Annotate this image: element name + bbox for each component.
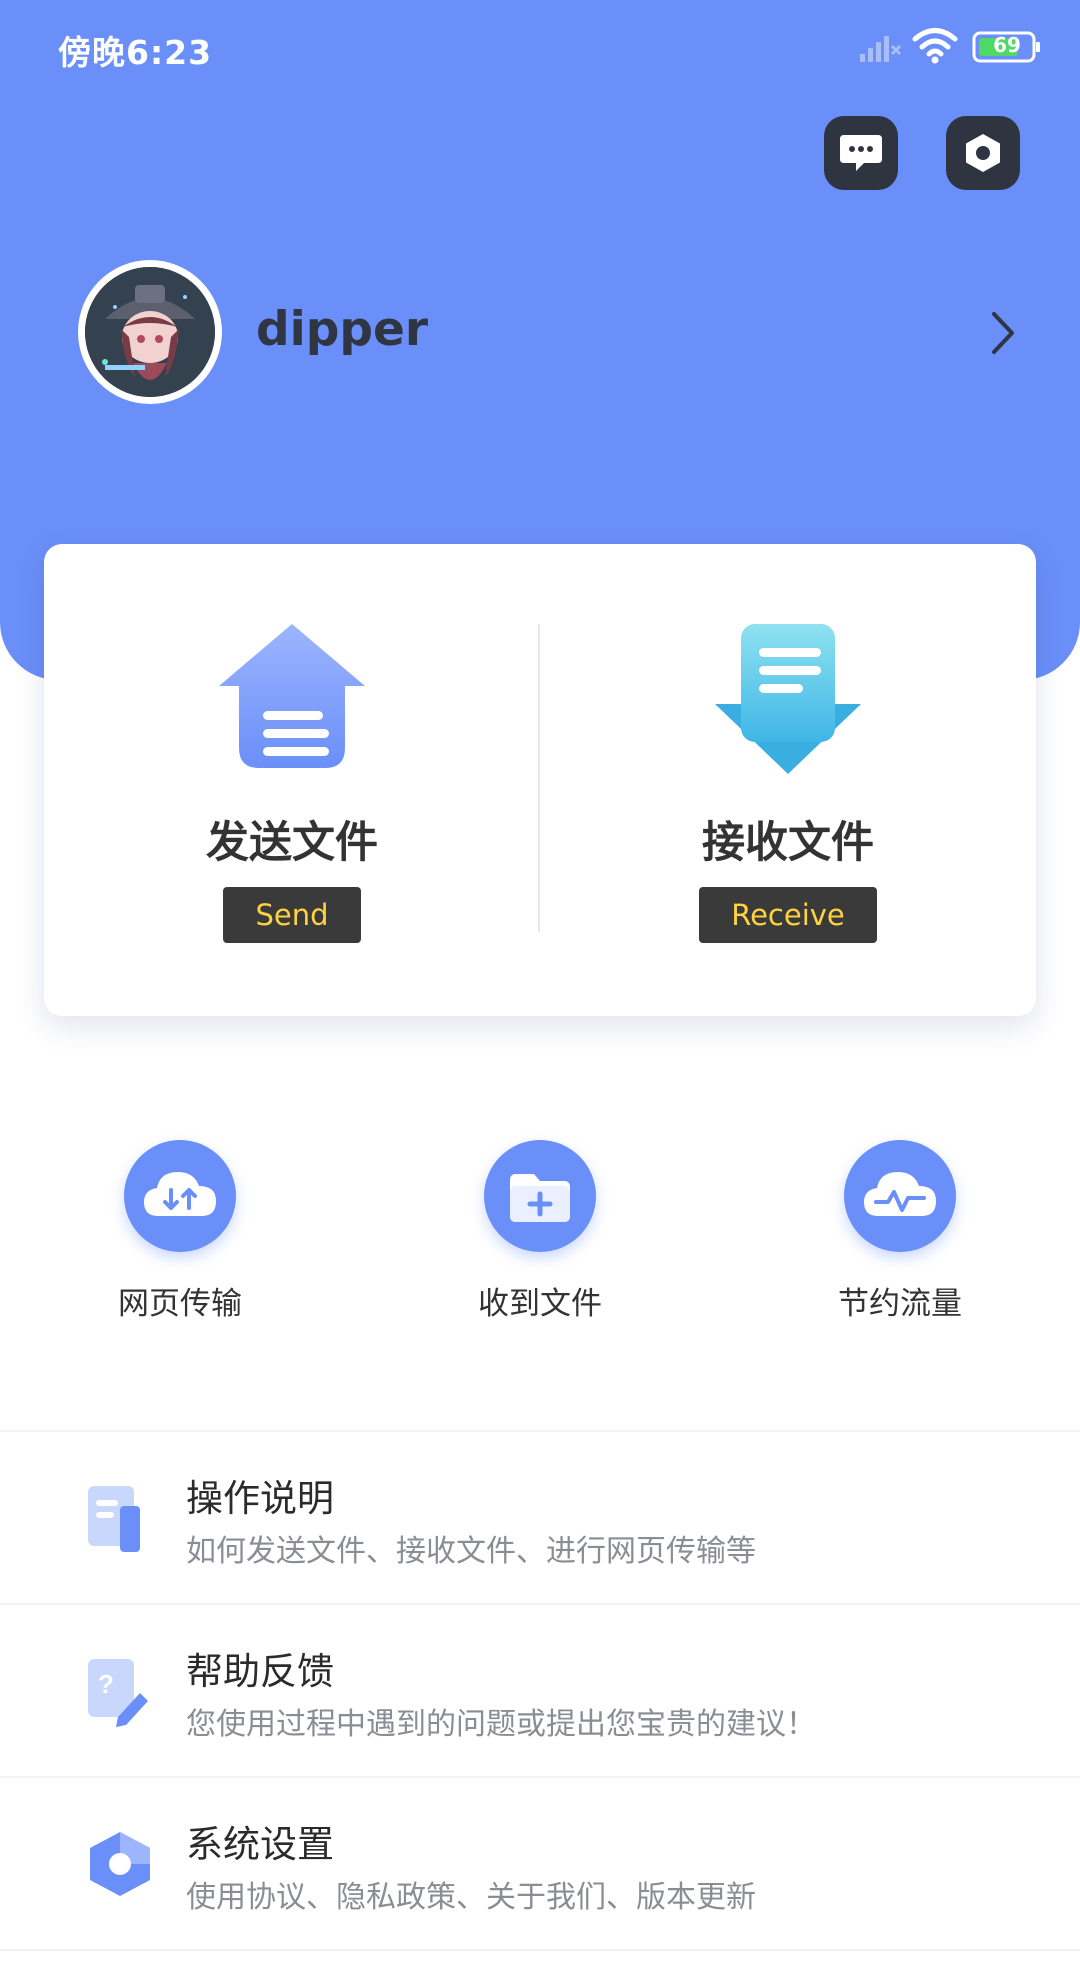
chevron-right-icon[interactable] <box>990 310 1016 356</box>
svg-text:?: ? <box>98 1669 114 1699</box>
send-file-title: 发送文件 <box>206 818 378 868</box>
hexagon-settings-icon <box>966 134 1000 172</box>
hexagon-settings-icon <box>90 1832 150 1896</box>
battery-level: 69 <box>993 33 1021 57</box>
menu-item-title: 系统设置 <box>186 1823 334 1866</box>
quick-save-data-label: 节约流量 <box>838 1286 962 1322</box>
quick-save-data[interactable]: 节约流量 <box>780 1140 1020 1322</box>
quick-web-transfer[interactable]: 网页传输 <box>60 1140 300 1322</box>
menu-item-title: 帮助反馈 <box>186 1650 334 1693</box>
menu-item-title: 操作说明 <box>186 1477 334 1520</box>
quick-received-files[interactable]: 收到文件 <box>420 1140 660 1322</box>
menu-item-subtitle: 您使用过程中遇到的问题或提出您宝贵的建议！ <box>186 1707 816 1742</box>
menu-item-feedback[interactable]: ? 帮助反馈 您使用过程中遇到的问题或提出您宝贵的建议！ <box>0 1605 1080 1777</box>
cloud-transfer-icon <box>144 1172 216 1216</box>
divider <box>0 1949 1080 1951</box>
transfer-card: 发送文件 Send 接收文件 Receive <box>44 544 1036 1016</box>
message-button[interactable] <box>824 116 898 190</box>
status-time: 傍晚6:23 <box>58 33 213 72</box>
menu-item-subtitle: 使用协议、隐私政策、关于我们、版本更新 <box>186 1880 756 1915</box>
quick-received-files-label: 收到文件 <box>478 1286 602 1322</box>
menu-item-subtitle: 如何发送文件、接收文件、进行网页传输等 <box>186 1534 756 1569</box>
settings-button[interactable] <box>946 116 1020 190</box>
send-file-action[interactable]: 发送文件 Send <box>44 544 540 1016</box>
receive-file-icon <box>715 624 861 774</box>
menu-item-instructions[interactable]: 操作说明 如何发送文件、接收文件、进行网页传输等 <box>0 1432 1080 1604</box>
cloud-pulse-icon <box>864 1172 936 1216</box>
document-icon <box>88 1486 140 1552</box>
chat-bubble-icon <box>840 135 882 171</box>
signal-icon <box>860 36 902 62</box>
folder-add-icon <box>510 1174 570 1222</box>
wifi-icon <box>912 28 958 64</box>
receive-file-title: 接收文件 <box>702 818 874 868</box>
avatar[interactable] <box>78 260 222 404</box>
menu-item-settings[interactable]: 系统设置 使用协议、隐私政策、关于我们、版本更新 <box>0 1778 1080 1950</box>
receive-file-action[interactable]: 接收文件 Receive <box>540 544 1036 1016</box>
status-bar: 傍晚6:23 69 <box>0 0 1080 96</box>
send-pill: Send <box>223 887 361 943</box>
receive-pill: Receive <box>699 887 877 943</box>
feedback-edit-icon: ? <box>88 1659 148 1727</box>
quick-web-transfer-label: 网页传输 <box>118 1286 242 1322</box>
avatar-image <box>85 267 215 397</box>
send-file-icon <box>219 624 365 768</box>
username[interactable]: dipper <box>256 302 428 357</box>
